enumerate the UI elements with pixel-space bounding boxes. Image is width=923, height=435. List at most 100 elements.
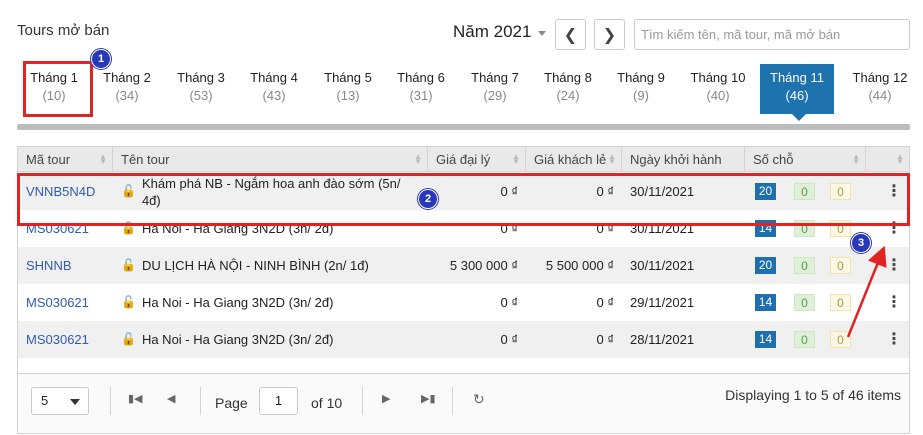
departure-date: 28/11/2021 [630, 332, 695, 347]
month-count: (53) [189, 88, 213, 103]
month-count: (43) [262, 88, 286, 103]
agent-price: 5 300 000 ₫ [449, 258, 518, 273]
retail-price: 0 ₫ [596, 332, 614, 347]
tour-name-text: Ha Noi - Ha Giang 3N2D (3n/ 2đ) [141, 295, 334, 310]
tab-month-5[interactable]: Tháng 5 (13) [311, 64, 385, 114]
month-count: (29) [483, 88, 507, 103]
tab-month-11[interactable]: Tháng 11 (46) [760, 64, 834, 121]
page-total: of 10 [311, 395, 343, 411]
tab-month-7[interactable]: Tháng 7 (29) [458, 64, 532, 114]
column-header-date[interactable]: Ngày khởi hành [622, 147, 745, 172]
unlock-icon: 🔓 [121, 184, 136, 198]
page-size-select[interactable]: 5 [31, 387, 89, 415]
agent-price: 0 ₫ [500, 332, 518, 347]
retail-price: 0 ₫ [596, 221, 614, 236]
agent-price: 0 ₫ [500, 295, 518, 310]
tab-month-1[interactable]: Tháng 1 (10) [17, 64, 91, 114]
table-row[interactable]: MS030621 🔓 Ha Noi - Ha Giang 3N2D (3n/ 2… [18, 321, 909, 358]
sort-icon: ▲ ▼ [512, 152, 520, 166]
seats-booked-badge: 0 [794, 220, 815, 237]
seats-booked-badge: 0 [794, 294, 815, 311]
last-page-icon[interactable]: ▶▮ [421, 392, 436, 405]
annotation-badge-2: 2 [418, 189, 438, 209]
tab-month-8[interactable]: Tháng 8 (24) [531, 64, 605, 114]
seats-hold-badge: 0 [830, 331, 851, 348]
chevron-down-icon[interactable] [538, 31, 546, 36]
more-actions-icon[interactable]: ⋮ [886, 331, 902, 348]
refresh-icon[interactable]: ↻ [473, 391, 485, 408]
column-header-agent-price[interactable]: Giá đại lý ▲ ▼ [428, 147, 526, 172]
year-selector[interactable]: Năm 2021 [453, 22, 531, 42]
next-year-button[interactable]: ❯ [594, 19, 625, 50]
annotation-badge-3: 3 [851, 233, 871, 253]
table-row[interactable]: MS030621 🔓 Ha Noi - Ha Giang 3N2D (3n/ 2… [18, 284, 909, 321]
unlock-icon: 🔓 [121, 258, 136, 272]
prev-year-button[interactable]: ❮ [555, 19, 586, 50]
tour-name-text: Khám phá NB - Ngắm hoa anh đào sớm (5n/ … [141, 175, 401, 208]
tour-code-link[interactable]: MS030621 [26, 321, 89, 358]
column-header-code[interactable]: Mã tour ▲ ▼ [18, 147, 113, 172]
seats-total-badge: 14 [755, 294, 776, 311]
month-count: (10) [42, 88, 66, 103]
prev-page-icon[interactable]: ◀ [167, 392, 175, 405]
tab-month-4[interactable]: Tháng 4 (43) [237, 64, 311, 114]
tab-month-2[interactable]: Tháng 2 (34) [90, 64, 164, 114]
tour-name: 🔓 Khám phá NB - Ngắm hoa anh đào sớm (5n… [121, 173, 421, 210]
month-label: Tháng 3 [177, 70, 225, 85]
month-label: Tháng 11 [770, 70, 824, 85]
page-label: Page [215, 395, 248, 411]
column-header-name[interactable]: Tên tour ▲ ▼ [113, 147, 428, 172]
sort-icon: ▲ ▼ [99, 152, 107, 166]
tour-code-link[interactable]: MS030621 [26, 284, 89, 321]
departure-date: 30/11/2021 [630, 258, 695, 273]
column-header-retail-price[interactable]: Giá khách lẻ ▲ ▼ [526, 147, 622, 172]
tour-code-link[interactable]: MS030621 [26, 210, 89, 247]
tour-code-link[interactable]: VNNB5N4D [26, 173, 95, 210]
tour-name-text: Ha Noi - Ha Giang 3N2D (3n/ 2đ) [141, 221, 334, 236]
seats-booked-badge: 0 [794, 331, 815, 348]
month-label: Tháng 1 [30, 70, 78, 85]
page-number-input[interactable]: 1 [259, 387, 298, 415]
tab-month-12[interactable]: Tháng 12 (44) [843, 64, 917, 114]
seats-hold-badge: 0 [830, 294, 851, 311]
tab-month-10[interactable]: Tháng 10 (40) [681, 64, 755, 114]
seats-booked-badge: 0 [794, 257, 815, 274]
unlock-icon: 🔓 [121, 221, 136, 235]
chevron-left-icon: ❮ [563, 26, 578, 44]
more-actions-icon[interactable]: ⋮ [886, 220, 902, 237]
seats-hold-badge: 0 [830, 183, 851, 200]
tour-code-link[interactable]: SHNNB [26, 247, 72, 284]
retail-price: 0 ₫ [596, 295, 614, 310]
table-row[interactable]: SHNNB 🔓 DU LỊCH HÀ NỘI - NINH BÌNH (2n/ … [18, 247, 909, 284]
tab-month-3[interactable]: Tháng 3 (53) [164, 64, 238, 114]
departure-date: 29/11/2021 [630, 295, 695, 310]
column-header-actions: ▲ ▼ [866, 147, 909, 172]
seats-hold-badge: 0 [830, 257, 851, 274]
column-header-seats[interactable]: Số chỗ ▲ ▼ [745, 147, 866, 172]
month-label: Tháng 5 [324, 70, 372, 85]
search-input[interactable]: Tìm kiếm tên, mã tour, mã mở bán [634, 19, 910, 50]
active-tab-pointer [792, 114, 806, 121]
sort-icon: ▲ ▼ [896, 152, 904, 166]
unlock-icon: 🔓 [121, 295, 136, 309]
next-page-icon[interactable]: ▶ [382, 392, 390, 405]
tabs-scrollbar[interactable] [17, 124, 910, 130]
pager-divider [110, 387, 111, 415]
tour-name-text: DU LỊCH HÀ NỘI - NINH BÌNH (2n/ 1đ) [141, 258, 369, 273]
first-page-icon[interactable]: ▮◀ [128, 392, 143, 405]
month-label: Tháng 12 [852, 70, 908, 85]
month-label: Tháng 2 [103, 70, 151, 85]
departure-date: 30/11/2021 [630, 184, 695, 199]
more-actions-icon[interactable]: ⋮ [886, 294, 902, 311]
tour-name: 🔓 Ha Noi - Ha Giang 3N2D (3n/ 2đ) [121, 284, 421, 321]
tab-month-9[interactable]: Tháng 9 (9) [604, 64, 678, 114]
more-actions-icon[interactable]: ⋮ [886, 183, 902, 200]
table-row[interactable]: MS030621 🔓 Ha Noi - Ha Giang 3N2D (3n/ 2… [18, 210, 909, 247]
seats-total-badge: 20 [755, 257, 776, 274]
agent-price: 0 ₫ [500, 184, 518, 199]
month-count: (31) [409, 88, 433, 103]
month-count: (13) [336, 88, 360, 103]
table-row[interactable]: VNNB5N4D 🔓 Khám phá NB - Ngắm hoa anh đà… [18, 173, 909, 210]
tab-month-6[interactable]: Tháng 6 (31) [384, 64, 458, 114]
more-actions-icon[interactable]: ⋮ [886, 257, 902, 274]
